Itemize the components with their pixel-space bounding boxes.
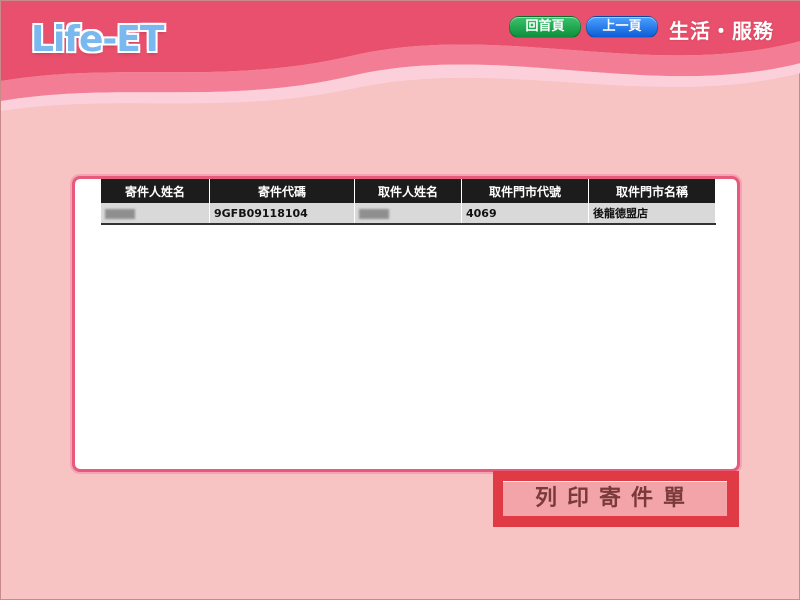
store-name-cell: 後龍德盟店 <box>588 203 716 225</box>
col-store-id: 取件門市代號 <box>461 179 589 203</box>
back-button[interactable]: 上一頁 <box>586 16 658 38</box>
life-et-logo: Life-ET <box>31 19 164 79</box>
brand-title: 生活・服務 <box>669 19 774 43</box>
redacted-recipient-name <box>359 208 389 219</box>
table-row[interactable]: 9GFB09118104 4069 後龍德盟店 <box>101 203 716 225</box>
shipment-table: 寄件人姓名 寄件代碼 取件人姓名 取件門市代號 取件門市名稱 9GFB09118… <box>101 179 716 225</box>
home-button[interactable]: 回首頁 <box>509 16 581 38</box>
store-id-cell: 4069 <box>461 203 589 225</box>
col-recipient-name: 取件人姓名 <box>354 179 462 203</box>
recipient-name-cell <box>354 203 462 225</box>
col-sender-name: 寄件人姓名 <box>101 179 210 203</box>
col-store-name: 取件門市名稱 <box>588 179 716 203</box>
print-shipping-label-button[interactable]: 列印寄件單 <box>503 481 727 516</box>
logo-text: Life-ET <box>31 19 164 60</box>
shipment-panel: 寄件人姓名 寄件代碼 取件人姓名 取件門市代號 取件門市名稱 9GFB09118… <box>72 176 740 472</box>
sender-name-cell <box>101 203 210 225</box>
col-code: 寄件代碼 <box>209 179 355 203</box>
code-cell: 9GFB09118104 <box>209 203 355 225</box>
print-button-frame: 列印寄件單 <box>493 471 739 527</box>
table-header-row: 寄件人姓名 寄件代碼 取件人姓名 取件門市代號 取件門市名稱 <box>101 179 716 203</box>
redacted-sender-name <box>105 208 135 219</box>
kiosk-screen: Life-ET 回首頁 上一頁 生活・服務 寄件人姓名 寄件代碼 取件人姓名 取… <box>0 0 800 600</box>
